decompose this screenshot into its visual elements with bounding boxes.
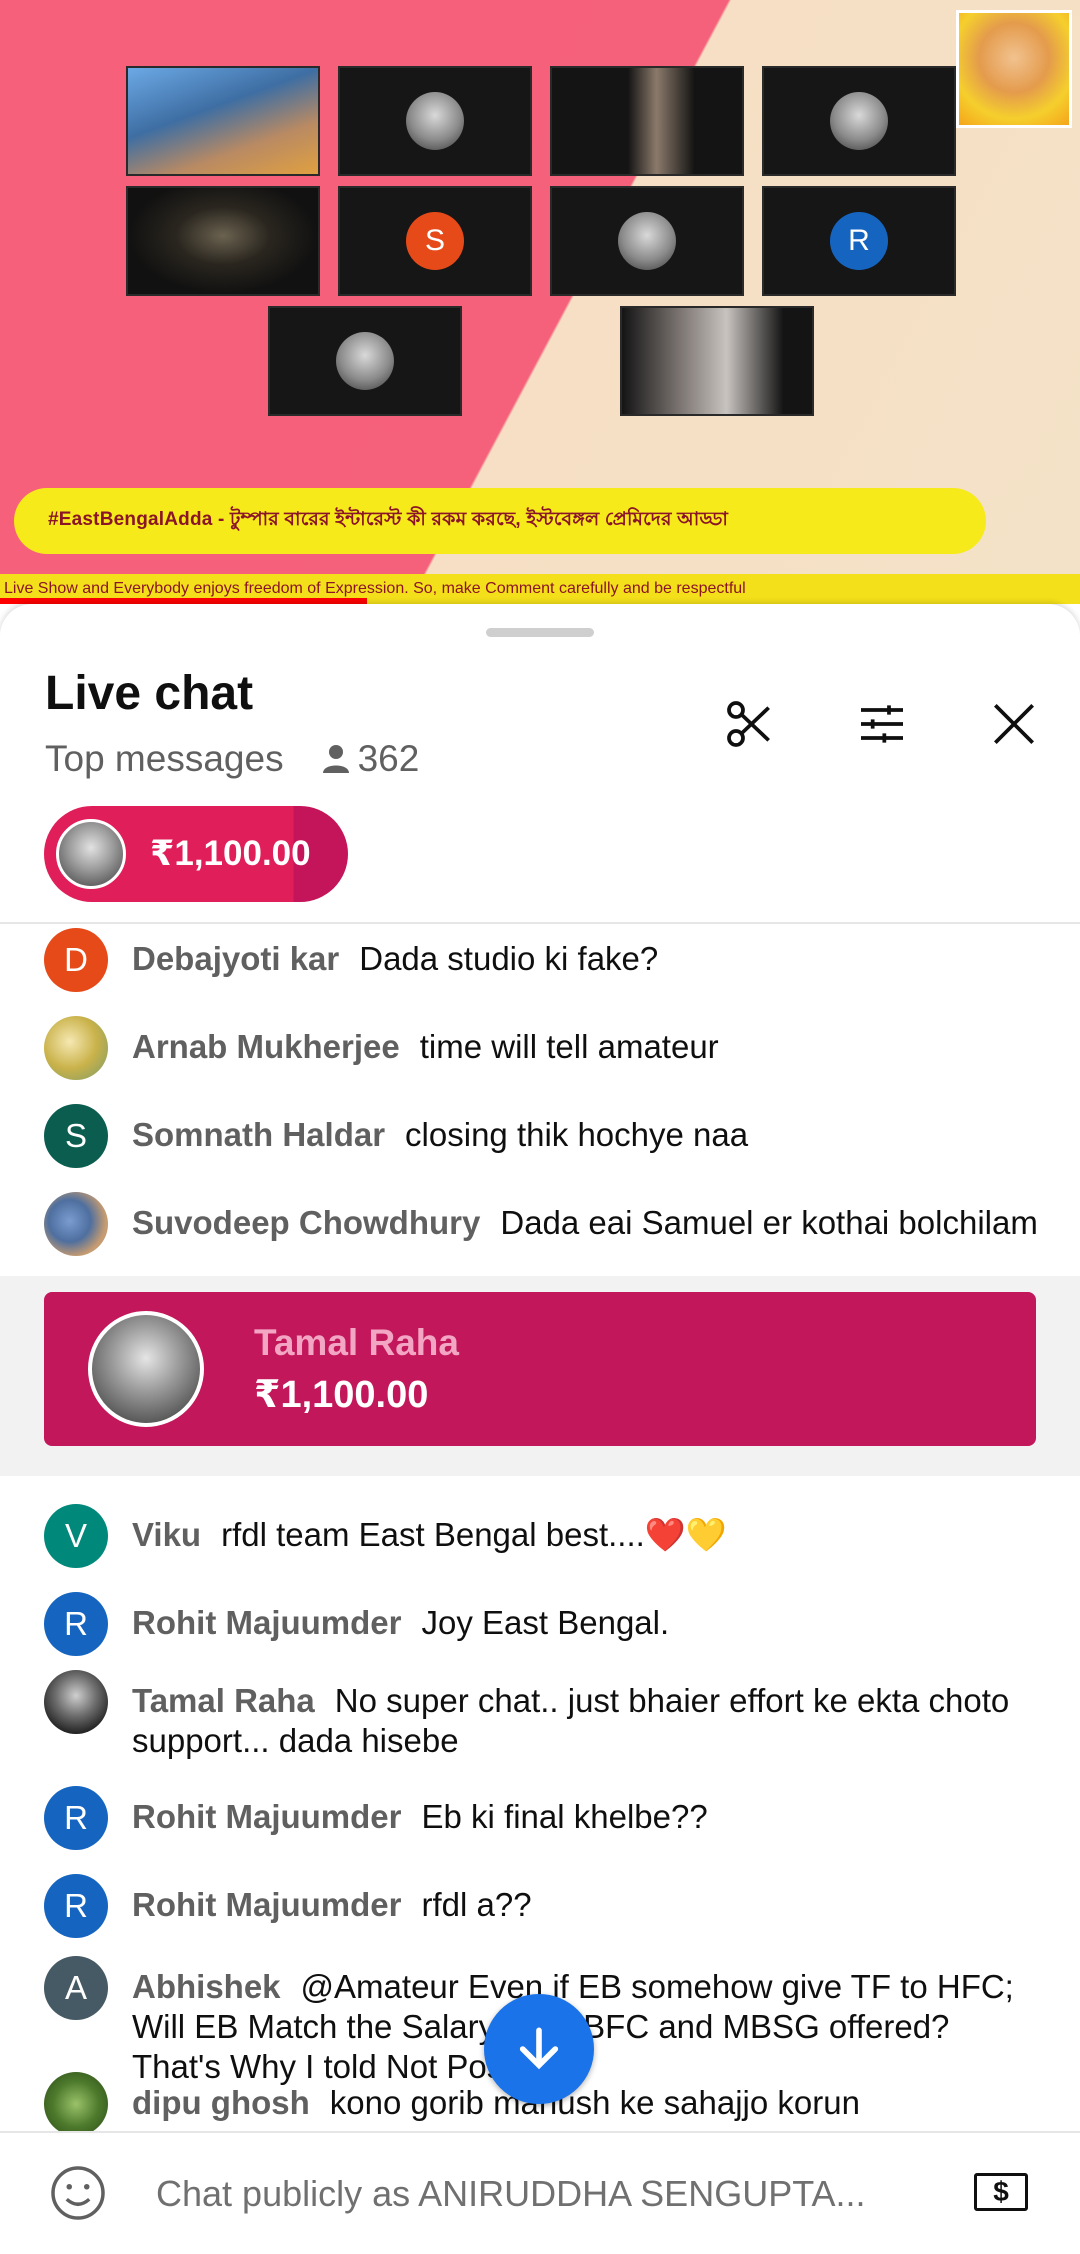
scissors-icon — [727, 701, 770, 747]
super-chat-button[interactable]: $ — [974, 2173, 1028, 2211]
chat-message[interactable]: Tamal Raha No super chat.. just bhaier ef… — [44, 1670, 1044, 1761]
superchat-author[interactable]: Tamal Raha — [254, 1322, 459, 1364]
author-name[interactable]: Viku — [132, 1516, 201, 1553]
avatar — [44, 2072, 108, 2131]
avatar: V — [44, 1504, 108, 1568]
chat-settings-button[interactable] — [842, 684, 922, 764]
message-text: time will tell amateur — [419, 1028, 719, 1065]
avatar — [44, 1016, 108, 1080]
message-text: Dada eai Samuel er kothai bolchilam — [500, 1204, 1038, 1241]
author-name[interactable]: dipu ghosh — [132, 2084, 310, 2121]
participant-avatar — [830, 92, 888, 150]
participant-avatar: S — [406, 212, 464, 270]
participant-tile — [126, 66, 320, 176]
chat-message[interactable]: S Somnath Haldar closing thik hochye naa — [44, 1104, 1044, 1168]
participant-tile: S — [338, 186, 532, 296]
pinned-superchat-ticker[interactable]: ₹1,100.00 — [44, 806, 348, 902]
smiley-icon — [51, 2166, 105, 2220]
tune-icon — [861, 705, 903, 743]
author-name[interactable]: Rohit Majuumder — [132, 1604, 402, 1641]
emoji-button[interactable] — [48, 2163, 108, 2228]
close-chat-button[interactable] — [974, 684, 1054, 764]
participant-tile — [620, 306, 814, 416]
participant-tile: R — [762, 186, 956, 296]
author-name[interactable]: Tamal Raha — [132, 1682, 315, 1719]
author-name[interactable]: Suvodeep Chowdhury — [132, 1204, 480, 1241]
currency-icon: $ — [993, 2176, 1009, 2207]
drag-handle[interactable] — [486, 628, 594, 637]
avatar: D — [44, 928, 108, 992]
chat-message-list[interactable]: D Debajyoti kar Dada studio ki fake? Arna… — [0, 926, 1080, 2131]
superchat-message[interactable]: Tamal Raha ₹1,100.00 — [0, 1276, 1080, 1476]
chat-message[interactable]: Suvodeep Chowdhury Dada eai Samuel er kot… — [44, 1192, 1044, 1256]
show-title-banner: #EastBengalAdda - টুম্পার বারের ইন্টারেস… — [14, 488, 986, 554]
viewer-count-value: 362 — [357, 738, 420, 779]
participant-avatar — [336, 332, 394, 390]
author-name[interactable]: Somnath Haldar — [132, 1116, 385, 1153]
chat-message[interactable]: R Rohit Majuumder Joy East Bengal. — [44, 1592, 1044, 1656]
superchat-card[interactable]: Tamal Raha ₹1,100.00 — [44, 1292, 1036, 1446]
participant-tile — [550, 186, 744, 296]
avatar: R — [44, 1786, 108, 1850]
participant-avatar — [618, 212, 676, 270]
arrow-down-icon — [519, 2027, 559, 2070]
author-name[interactable]: Rohit Majuumder — [132, 1798, 402, 1835]
participant-tile — [126, 186, 320, 296]
avatar — [44, 1670, 108, 1734]
divider — [0, 922, 1080, 924]
avatar: S — [44, 1104, 108, 1168]
chat-message[interactable]: D Debajyoti kar Dada studio ki fake? — [44, 928, 1044, 992]
chat-message[interactable]: Arnab Mukherjee time will tell amateur — [44, 1016, 1044, 1080]
viewer-count: 362 — [322, 738, 420, 780]
message-text: Joy East Bengal. — [421, 1604, 670, 1641]
scroll-to-bottom-button[interactable] — [484, 1994, 594, 2104]
chat-title: Live chat — [45, 667, 254, 720]
message-text: kono gorib manush ke sahajjo korun — [329, 2084, 860, 2121]
pinned-amount: ₹1,100.00 — [150, 834, 311, 873]
message-text: Eb ki final khelbe?? — [421, 1798, 708, 1835]
chat-message[interactable]: V Viku rfdl team East Bengal best....❤️💛 — [44, 1504, 1044, 1568]
message-text: Dada studio ki fake? — [359, 940, 659, 977]
participant-avatar: R — [830, 212, 888, 270]
live-chat-panel: Live chat Top messages 362 ₹1,100.00 D D… — [0, 604, 1080, 2254]
close-icon — [994, 704, 1034, 744]
chat-message[interactable]: R Rohit Majuumder rfdl a?? — [44, 1874, 1044, 1938]
avatar — [56, 819, 126, 889]
avatar — [44, 1192, 108, 1256]
participant-avatar — [406, 92, 464, 150]
participant-tile — [338, 66, 532, 176]
message-text: closing thik hochye naa — [405, 1116, 749, 1153]
chat-message[interactable]: R Rohit Majuumder Eb ki final khelbe?? — [44, 1786, 1044, 1850]
participant-tile — [268, 306, 462, 416]
author-name[interactable]: Rohit Majuumder — [132, 1886, 402, 1923]
avatar: R — [44, 1874, 108, 1938]
avatar — [88, 1311, 204, 1427]
message-text: rfdl a?? — [421, 1886, 532, 1923]
author-name[interactable]: Arnab Mukherjee — [132, 1028, 400, 1065]
avatar: R — [44, 1592, 108, 1656]
chat-input-bar: $ — [0, 2131, 1080, 2254]
chat-mode-label[interactable]: Top messages — [45, 738, 284, 780]
author-name[interactable]: Debajyoti kar — [132, 940, 339, 977]
author-name[interactable]: Abhishek — [132, 1968, 281, 2005]
video-player[interactable]: S R #EastBengalAdda - টুম্পার বারের ইন্ট… — [0, 0, 1080, 604]
clip-button[interactable] — [710, 684, 790, 764]
superchat-amount: ₹1,100.00 — [254, 1373, 429, 1416]
person-icon — [322, 745, 349, 773]
message-text: rfdl team East Bengal best....❤️💛 — [221, 1516, 727, 1553]
participant-tile — [762, 66, 956, 176]
participant-tile — [550, 66, 744, 176]
host-thumbnail — [956, 10, 1072, 128]
chat-mode-selector[interactable]: Top messages 362 — [45, 738, 419, 780]
avatar: A — [44, 1956, 108, 2020]
chat-input[interactable] — [154, 2163, 938, 2225]
